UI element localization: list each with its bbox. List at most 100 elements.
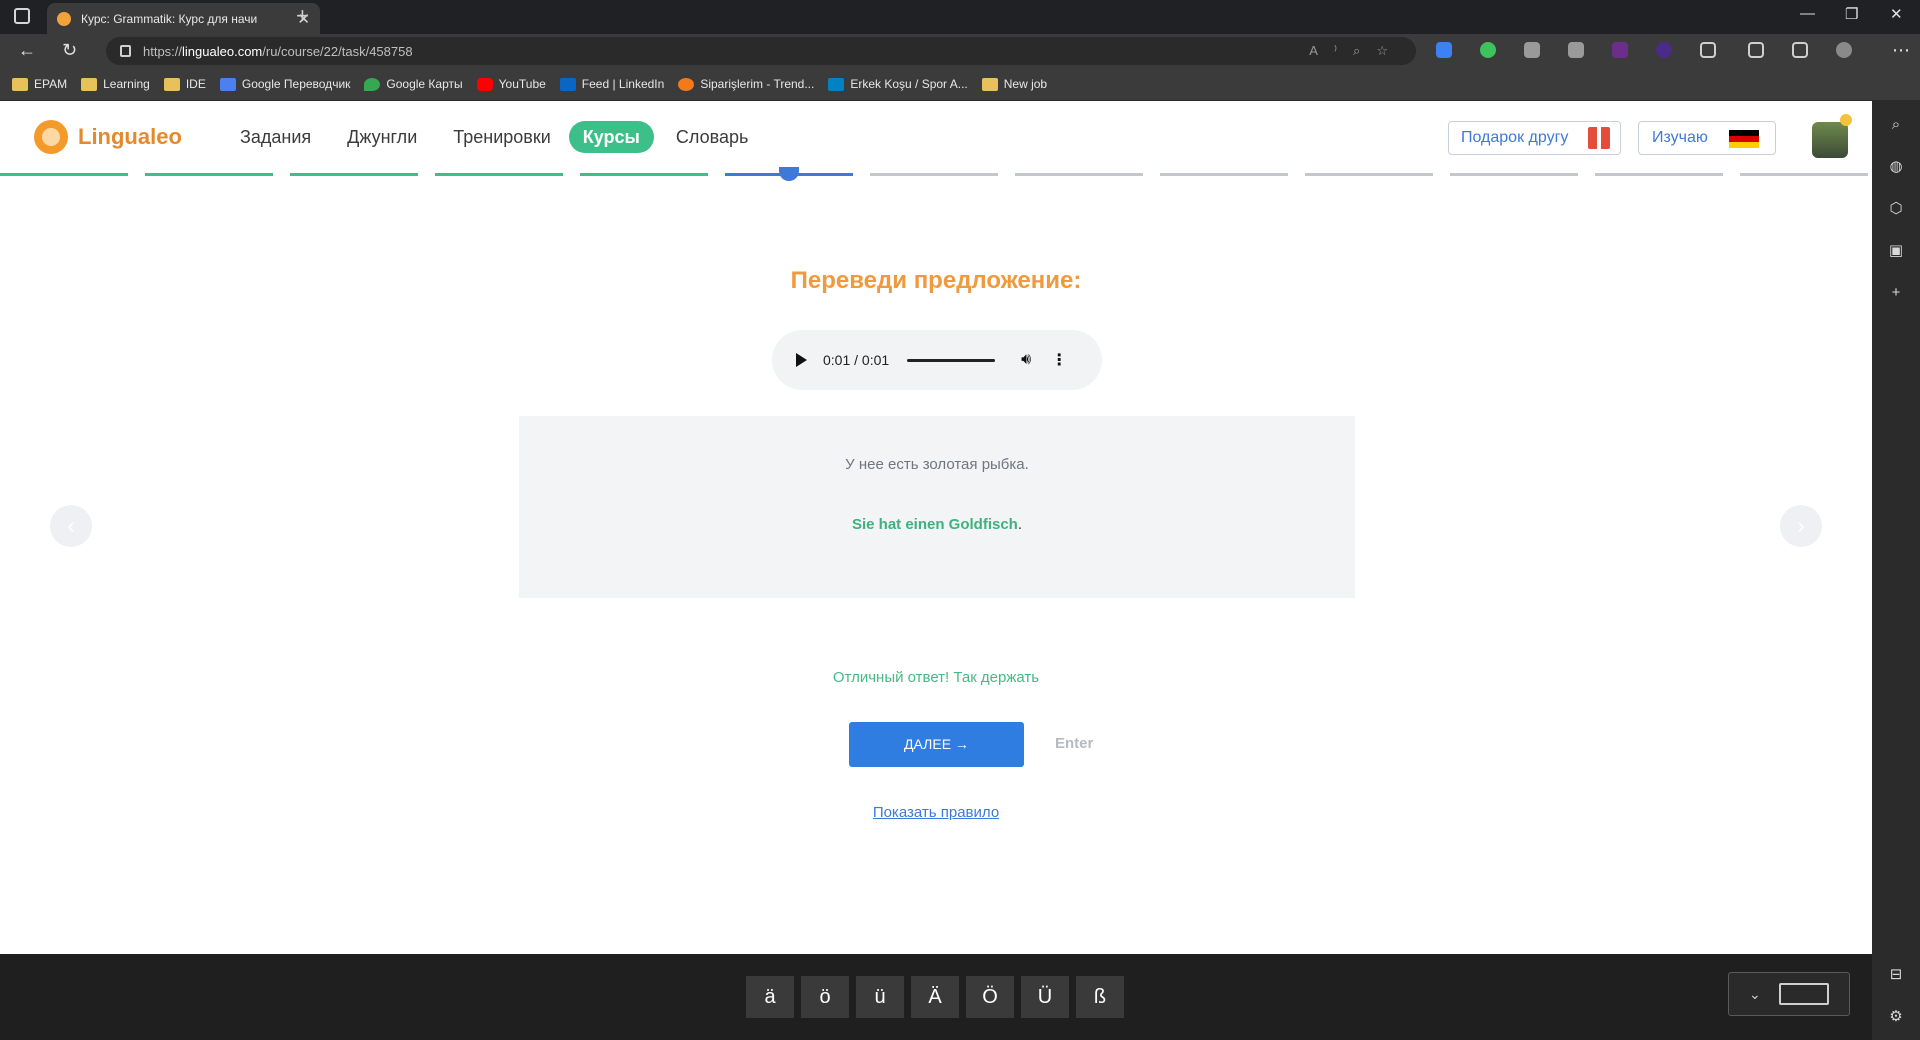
bookmark-epam[interactable]: EPAM bbox=[12, 77, 67, 91]
toggle-keyboard-button[interactable]: ⌄ bbox=[1728, 972, 1850, 1016]
settings-icon[interactable]: ⚙ bbox=[1888, 1009, 1904, 1025]
folder-icon bbox=[81, 77, 98, 91]
next-button[interactable]: ДАЛЕЕ → bbox=[849, 722, 1024, 767]
chevron-down-icon: ⌄ bbox=[1749, 985, 1761, 1002]
bookmark-ide[interactable]: IDE bbox=[163, 77, 206, 91]
user-avatar[interactable] bbox=[1812, 122, 1848, 158]
extension-icon[interactable] bbox=[1568, 42, 1584, 58]
audio-player[interactable]: 0:01 / 0:01 🔊︎ ⋮ bbox=[772, 330, 1102, 390]
special-chars-bar: ä ö ü Ä Ö Ü ß ⌄ bbox=[0, 954, 1872, 1040]
site-logo[interactable]: Lingualeo bbox=[34, 120, 182, 154]
source-sentence: У нее есть золотая рыбка. bbox=[845, 456, 1029, 473]
progress-segment bbox=[290, 173, 418, 176]
progress-segment bbox=[1450, 173, 1578, 176]
volume-icon[interactable]: 🔊︎ bbox=[1021, 351, 1031, 369]
previous-arrow-icon[interactable]: ‹ bbox=[50, 505, 92, 547]
collections-icon[interactable] bbox=[1792, 42, 1808, 58]
show-rule-link-row: Показать правило bbox=[0, 804, 1872, 821]
gift-icon bbox=[1588, 127, 1610, 149]
progress-segment bbox=[435, 173, 563, 176]
bookmark-youtube[interactable]: YouTube bbox=[476, 77, 546, 91]
progress-segment bbox=[870, 173, 998, 176]
games-icon[interactable]: ⬡ bbox=[1888, 201, 1904, 217]
bookmark-google-translate[interactable]: Google Переводчик bbox=[219, 77, 350, 91]
audio-more-icon[interactable]: ⋮ bbox=[1051, 350, 1067, 370]
progress-segment bbox=[1160, 173, 1288, 176]
add-icon[interactable]: + bbox=[1888, 285, 1904, 301]
grammarly-extension-icon[interactable] bbox=[1480, 42, 1496, 58]
lock-icon[interactable] bbox=[120, 45, 131, 57]
progress-segment bbox=[1595, 173, 1723, 176]
youtube-icon bbox=[476, 77, 493, 91]
lingualeo-favicon-icon bbox=[57, 11, 71, 26]
nav-tasks[interactable]: Задания bbox=[240, 121, 311, 153]
next-arrow-icon[interactable]: › bbox=[1780, 505, 1822, 547]
char-key-A-umlaut[interactable]: Ä bbox=[911, 976, 959, 1018]
bookmark-linkedin[interactable]: Feed | LinkedIn bbox=[559, 77, 664, 91]
bookmark-decathlon[interactable]: Erkek Koşu / Spor A... bbox=[828, 77, 968, 91]
url-field[interactable]: https://lingualeo.com/ru/course/22/task/… bbox=[106, 37, 1416, 65]
premium-crown-icon bbox=[1840, 114, 1852, 126]
address-bar-row: ← ↻ https://lingualeo.com/ru/course/22/t… bbox=[0, 34, 1920, 68]
chat-icon[interactable]: ◍ bbox=[1888, 159, 1904, 175]
task-title: Переведи предложение: bbox=[790, 267, 1082, 294]
main-nav: Задания Джунгли Тренировки Курсы Словарь bbox=[240, 121, 784, 153]
show-rule-link[interactable]: Показать правило bbox=[873, 804, 999, 821]
extensions-puzzle-icon[interactable] bbox=[1700, 42, 1716, 58]
answer-sentence: Sie hat einen Goldfisch. bbox=[851, 516, 1023, 533]
active-tab[interactable]: Курс: Grammatik: Курс для начи ✕ bbox=[47, 3, 320, 34]
close-window-icon[interactable]: ✕ bbox=[1890, 5, 1903, 23]
translate-icon bbox=[219, 77, 236, 91]
favorites-icon[interactable] bbox=[1748, 42, 1764, 58]
feedback-message: Отличный ответ! Так держать bbox=[832, 669, 1040, 686]
bookmark-learning[interactable]: Learning bbox=[81, 77, 150, 91]
refresh-icon[interactable]: ↻ bbox=[62, 40, 77, 61]
extension-icon[interactable] bbox=[1656, 42, 1672, 58]
more-menu-icon[interactable]: ⋯ bbox=[1892, 40, 1910, 61]
char-key-o-umlaut[interactable]: ö bbox=[801, 976, 849, 1018]
minimize-icon[interactable]: — bbox=[1800, 5, 1815, 22]
char-key-U-umlaut[interactable]: Ü bbox=[1021, 976, 1069, 1018]
char-key-O-umlaut[interactable]: Ö bbox=[966, 976, 1014, 1018]
lingualeo-page: Lingualeo Задания Джунгли Тренировки Кур… bbox=[0, 101, 1872, 954]
linkedin-icon bbox=[559, 77, 576, 91]
bookmark-google-maps[interactable]: Google Карты bbox=[364, 77, 463, 91]
progress-segment bbox=[580, 173, 708, 176]
progress-segment bbox=[1015, 173, 1143, 176]
char-key-a-umlaut[interactable]: ä bbox=[746, 976, 794, 1018]
nav-courses[interactable]: Курсы bbox=[568, 121, 654, 153]
bookmark-trendyol[interactable]: Siparişlerim - Trend... bbox=[678, 77, 814, 91]
keyboard-icon bbox=[1778, 983, 1829, 1005]
german-flag-icon bbox=[1729, 130, 1759, 148]
browser-tab-bar: Курс: Grammatik: Курс для начи ✕ + — ❐ ✕ bbox=[0, 0, 1920, 34]
nav-dictionary[interactable]: Словарь bbox=[676, 121, 748, 153]
extension-icon[interactable] bbox=[1612, 42, 1628, 58]
char-key-u-umlaut[interactable]: ü bbox=[856, 976, 904, 1018]
restore-icon[interactable]: ❐ bbox=[1845, 5, 1858, 23]
learning-language-button[interactable]: Изучаю bbox=[1638, 121, 1776, 155]
nav-trainings[interactable]: Тренировки bbox=[453, 121, 551, 153]
folder-icon bbox=[12, 77, 28, 91]
site-header: Lingualeo Задания Джунгли Тренировки Кур… bbox=[0, 101, 1872, 173]
decathlon-icon bbox=[828, 77, 845, 91]
tab-actions-icon[interactable] bbox=[14, 8, 30, 24]
translate-extension-icon[interactable] bbox=[1436, 42, 1452, 58]
back-icon[interactable]: ← bbox=[18, 40, 36, 61]
bookmarks-bar: EPAM Learning IDE Google Переводчик Goog… bbox=[0, 68, 1920, 101]
current-task-marker-icon bbox=[779, 167, 799, 181]
new-tab-icon[interactable]: + bbox=[296, 3, 309, 29]
audio-seek-bar[interactable] bbox=[907, 358, 996, 362]
maps-icon bbox=[364, 77, 381, 91]
bookmark-new-job[interactable]: New job bbox=[981, 77, 1047, 91]
outlook-icon[interactable]: ▣ bbox=[1888, 243, 1904, 259]
hide-sidebar-icon[interactable]: ⊟ bbox=[1888, 967, 1904, 983]
search-icon[interactable]: ⌕ bbox=[1888, 117, 1904, 133]
char-key-eszett[interactable]: ß bbox=[1076, 976, 1124, 1018]
nav-jungle[interactable]: Джунгли bbox=[347, 121, 417, 153]
omnibox-action-icons[interactable]: A⁾⌕☆ bbox=[1309, 43, 1404, 59]
progress-segment bbox=[1740, 173, 1868, 176]
profile-avatar[interactable] bbox=[1836, 42, 1852, 58]
gift-friend-button[interactable]: Подарок другу bbox=[1448, 121, 1621, 155]
extension-icon[interactable] bbox=[1524, 42, 1540, 58]
play-icon[interactable] bbox=[796, 353, 807, 367]
